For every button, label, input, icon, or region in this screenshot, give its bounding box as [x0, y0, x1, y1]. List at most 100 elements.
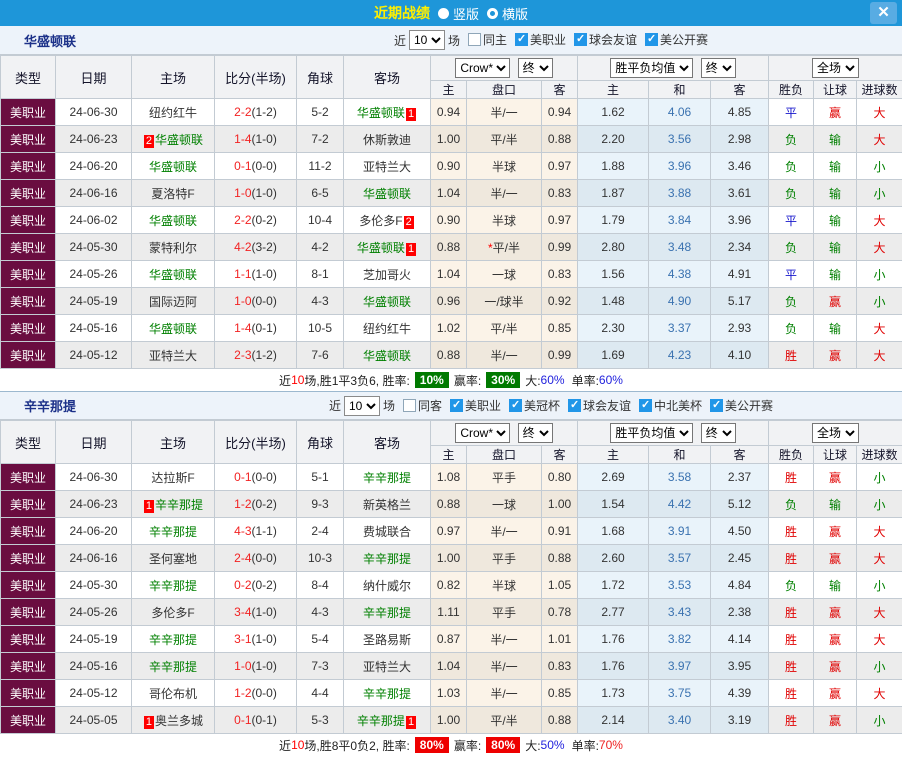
match-row: 美职业 24-05-30 辛辛那提 0-2(0-2) 8-4 纳什威尔 0.82 半球 1.05…	[0, 571, 902, 599]
avg-time-select[interactable]: 终	[700, 423, 736, 443]
avg-time-select[interactable]: 终	[700, 58, 736, 78]
handicap-line-cell: 半/一	[466, 625, 542, 653]
handicap-away-odds-cell: 0.99	[540, 233, 579, 261]
match-count-select[interactable]: 10	[343, 395, 380, 416]
handicap-line-cell: 半/一	[466, 517, 542, 545]
competition-filters: 同主 美职业 球会友谊 美公开赛	[460, 31, 708, 49]
filter-checkbox-option[interactable]: 中北美杯	[631, 397, 702, 414]
half-time-score: (0-1)	[251, 713, 277, 727]
company-select[interactable]: Crow*	[455, 423, 511, 443]
away-team-cell: 华盛顿联	[343, 287, 431, 315]
checkbox-label: 美职业	[464, 398, 501, 413]
goals-result-cell: 大	[856, 98, 902, 126]
handicap-away-odds-cell: 0.78	[540, 598, 579, 626]
avg-away-odds-cell: 3.95	[710, 652, 770, 680]
away-team-cell-name: 休斯敦迪	[362, 132, 411, 147]
avg-away-odds-cell: 2.93	[710, 314, 770, 342]
goals-result-cell: 小	[856, 652, 902, 680]
filter-checkbox-option[interactable]: 球会友谊	[566, 31, 637, 48]
layout-radio-horizontal[interactable]: 横版	[487, 4, 528, 23]
home-team-cell: 多伦多F	[131, 598, 215, 626]
corner-cell: 4-4	[296, 679, 344, 707]
full-time-score: 0-1	[234, 159, 252, 173]
corner-cell: 7-2	[296, 125, 344, 153]
sections-container: 华盛顿联 近 10 场 同主 美职业 球会友谊 美公开赛 类型 日期 主场 比分(半场…	[0, 26, 902, 756]
avg-type-select[interactable]: 胜平负均值	[610, 58, 694, 78]
handicap-away-odds-cell: 0.83	[540, 179, 579, 207]
wdl-result-cell: 平	[768, 260, 815, 288]
scope-select[interactable]: 全场	[812, 423, 860, 443]
avg-draw-odds-cell: 3.58	[648, 463, 712, 491]
handicap-line-value: 平/半	[490, 713, 518, 728]
avg-home-odds-cell: 1.73	[577, 679, 650, 707]
checkbox-同客[interactable]	[402, 398, 416, 412]
wdl-result-cell: 负	[768, 125, 815, 153]
handicap-line-value: 平手	[491, 551, 516, 566]
checkbox-同主[interactable]	[467, 33, 481, 46]
filter-checkbox-option[interactable]: 美职业	[507, 31, 566, 48]
checkbox-美职业[interactable]	[515, 32, 528, 46]
filter-checkbox-option[interactable]: 球会友谊	[560, 397, 631, 414]
col-avg-draw: 和	[648, 445, 712, 464]
filter-checkbox-option[interactable]: 美公开赛	[702, 397, 773, 414]
avg-away-odds-cell: 4.50	[710, 517, 770, 545]
corner-cell: 10-5	[296, 314, 344, 342]
single-rate-value: 70%	[598, 738, 623, 752]
big-label: 大:	[525, 373, 541, 388]
record-summary: 近 10 场,胜8平0负2, 胜率: 80% 赢率: 80% 大: 50% 单率: 70…	[0, 734, 902, 756]
col-score: 比分(半场)	[214, 420, 297, 464]
handicap-result-cell: 输	[813, 206, 858, 234]
filter-checkbox-option[interactable]: 同客	[395, 397, 442, 414]
filter-checkbox-option[interactable]: 同主	[460, 31, 507, 48]
wdl-result-cell: 负	[768, 233, 815, 261]
away-team-cell-name: 多伦多F	[359, 213, 403, 228]
full-time-score: 2-4	[234, 551, 252, 565]
avg-type-select[interactable]: 胜平负均值	[610, 423, 694, 443]
filter-checkbox-option[interactable]: 美公开赛	[637, 31, 708, 48]
company-select[interactable]: Crow*	[455, 58, 511, 78]
col-handicap-home: 主	[430, 80, 467, 99]
score-cell: 4-3(1-1)	[214, 517, 297, 545]
handicap-home-odds-cell: 0.90	[430, 206, 467, 234]
close-button[interactable]: ✕	[870, 2, 897, 24]
checkbox-中北美杯[interactable]	[639, 398, 653, 412]
match-row: 美职业 24-06-20 辛辛那提 4-3(1-1) 2-4 费城联合 0.97 半/一 0.9…	[0, 517, 902, 545]
filter-checkbox-option[interactable]: 美冠杯	[501, 397, 560, 414]
summary-text: 场,胜1平3负6, 胜率:	[304, 373, 410, 388]
checkbox-美公开赛[interactable]	[710, 398, 724, 412]
company-time-select[interactable]: 终	[517, 423, 553, 443]
scope-select[interactable]: 全场	[812, 58, 860, 78]
col-away: 客场	[343, 55, 431, 99]
away-team-cell: 休斯敦迪	[343, 125, 431, 153]
col-corner: 角球	[296, 55, 344, 99]
avg-draw-odds-cell: 3.91	[648, 517, 712, 545]
checkbox-球会友谊[interactable]	[568, 398, 582, 412]
handicap-line-value: 半/一	[490, 524, 518, 539]
avg-home-odds-cell: 1.68	[577, 517, 650, 545]
handicap-line-value: 半球	[491, 213, 516, 228]
checkbox-美公开赛[interactable]	[645, 32, 659, 46]
away-team-cell-name: 纳什威尔	[362, 578, 411, 593]
checkbox-美职业[interactable]	[449, 398, 463, 412]
avg-draw-odds-cell: 3.48	[648, 233, 712, 261]
handicap-line-value: 半球	[491, 159, 516, 174]
goals-result-cell: 小	[856, 179, 902, 207]
handicap-line-cell: 半/一	[466, 679, 542, 707]
red-card-badge: 1	[405, 107, 417, 121]
section-filter-bar: 辛辛那提 近 10 场 同客 美职业 美冠杯 球会友谊 中北美杯 美公开赛	[0, 391, 902, 420]
avg-draw-odds-cell: 3.97	[648, 652, 712, 680]
home-team-cell: 达拉斯F	[131, 463, 215, 491]
match-row: 美职业 24-05-19 辛辛那提 3-1(1-0) 5-4 圣路易斯 0.87 半/一 1.0…	[0, 625, 902, 653]
company-time-select[interactable]: 终	[517, 58, 553, 78]
match-count-select[interactable]: 10	[408, 30, 445, 50]
handicap-away-odds-cell: 0.97	[540, 152, 579, 180]
handicap-line-value: 平/半	[490, 132, 518, 147]
corner-cell: 5-3	[296, 706, 344, 734]
handicap-home-odds-cell: 0.82	[430, 571, 467, 599]
checkbox-球会友谊[interactable]	[574, 32, 588, 46]
handicap-home-odds-cell: 1.00	[430, 544, 467, 572]
layout-radio-vertical[interactable]: 竖版	[437, 4, 479, 23]
home-team-cell: 华盛顿联	[131, 152, 215, 180]
checkbox-美冠杯[interactable]	[509, 398, 522, 412]
filter-checkbox-option[interactable]: 美职业	[442, 397, 501, 414]
